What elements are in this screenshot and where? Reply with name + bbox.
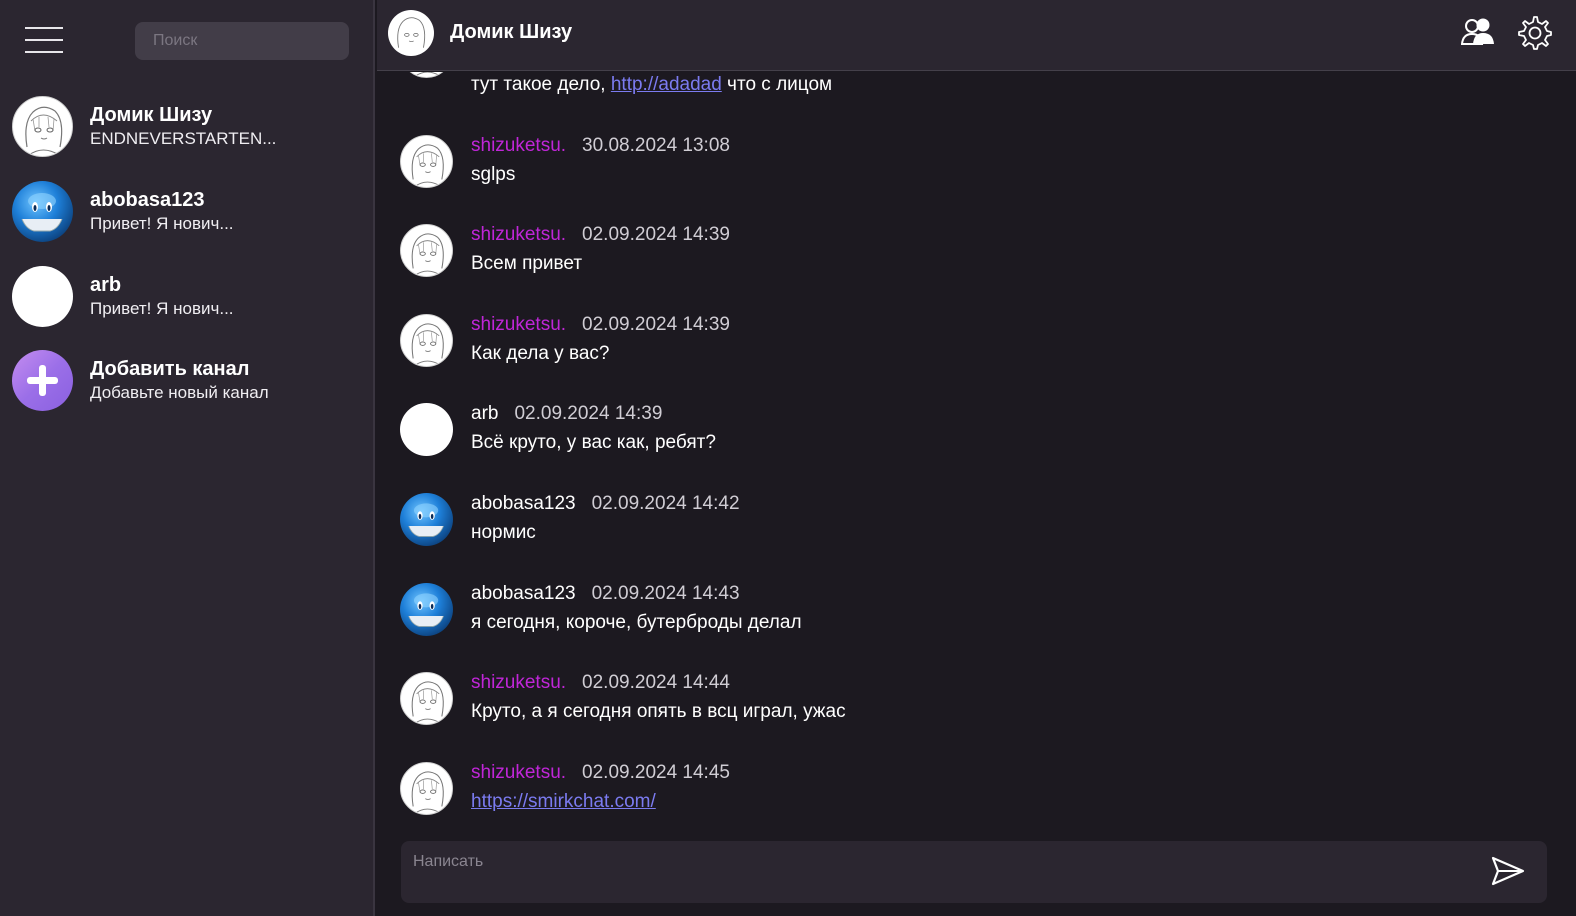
message-item: shizuketsu. 02.09.2024 14:45 https://smir… [400, 762, 1550, 832]
message-list[interactable]: тут такое дело, http://adadad что с лицо… [377, 72, 1576, 832]
gear-icon[interactable] [1516, 15, 1552, 51]
blue-ball-avatar-icon [12, 181, 73, 242]
message-text: Всем привет [471, 253, 583, 274]
girl-avatar-icon [400, 672, 453, 725]
message-text: тут такое дело, http://adadad что с лицо… [471, 74, 833, 95]
channel-name: Домик Шизу [90, 104, 213, 126]
girl-avatar-icon [400, 224, 453, 277]
message-link[interactable]: https://smirkchat.com/ [471, 791, 656, 812]
channel-preview: ENDNEVERSTARTEN... [90, 129, 277, 148]
blank-avatar-icon [12, 266, 73, 327]
message-time: 02.09.2024 14:39 [582, 314, 730, 335]
message-text: Как дела у вас? [471, 343, 610, 364]
girl-avatar-icon [400, 72, 453, 78]
menu-icon[interactable] [25, 27, 63, 53]
blue-ball-avatar-icon [400, 493, 453, 546]
message-author[interactable]: shizuketsu. 02.09.2024 14:39 [471, 224, 730, 246]
girl-avatar-icon [12, 96, 73, 157]
channel-item-abobasa123[interactable]: abobasa123 Привет! Я нович... [12, 181, 362, 247]
message-time: 02.09.2024 14:42 [591, 493, 740, 514]
search-input[interactable] [135, 22, 349, 60]
message-text: Круто, а я сегодня опять в всц играл, уж… [471, 701, 846, 722]
message-author[interactable]: shizuketsu. 30.08.2024 13:08 [471, 135, 730, 157]
blank-avatar-icon [400, 403, 453, 456]
message-text: https://smirkchat.com/ [471, 791, 656, 813]
channel-name: abobasa123 [90, 189, 205, 211]
message-item: shizuketsu. 30.08.2024 13:08 sglps [400, 135, 1550, 205]
message-time: 30.08.2024 13:08 [582, 135, 730, 156]
girl-avatar-icon [400, 135, 453, 188]
message-author[interactable]: arb 02.09.2024 14:39 [471, 403, 662, 425]
chat-title: Домик Шизу [450, 21, 573, 43]
message-text: нормис [471, 522, 536, 543]
message-text: я сегодня, короче, бутерброды делал [471, 612, 802, 633]
message-item: arb 02.09.2024 14:39 Всё круто, у вас как… [400, 403, 1550, 473]
send-icon[interactable] [1491, 855, 1525, 887]
blue-ball-avatar-icon [400, 583, 453, 636]
message-item: abobasa123 02.09.2024 14:43 я сегодня, ко… [400, 583, 1550, 653]
message-time: 02.09.2024 14:39 [514, 403, 663, 424]
message-time: 02.09.2024 14:45 [582, 762, 730, 783]
sidebar: Домик Шизу ENDNEVERSTARTEN... abobasa123… [0, 0, 375, 916]
channel-item-arb[interactable]: arb Привет! Я нович... [12, 266, 362, 332]
message-text: sglps [471, 164, 516, 185]
message-author[interactable]: abobasa123 02.09.2024 14:43 [471, 583, 740, 605]
message-link[interactable]: http://adadad [611, 74, 722, 95]
message-text: Всё круто, у вас как, ребят? [471, 432, 716, 453]
channel-preview: Привет! Я нович... [90, 299, 234, 318]
channel-name: arb [90, 274, 122, 296]
message-item: shizuketsu. 02.09.2024 14:44 Круто, а я с… [400, 672, 1550, 742]
message-item: abobasa123 02.09.2024 14:42 нормис [400, 493, 1550, 563]
channel-item-domik-shizu[interactable]: Домик Шизу ENDNEVERSTARTEN... [12, 96, 362, 162]
girl-avatar-icon [400, 314, 453, 367]
message-author[interactable]: shizuketsu. 02.09.2024 14:44 [471, 672, 730, 694]
message-item: тут такое дело, http://adadad что с лицо… [400, 72, 1550, 95]
channel-name: Добавить канал [90, 358, 250, 380]
add-channel-button[interactable]: Добавить канал Добавьте новый канал [12, 350, 362, 416]
message-composer [401, 841, 1547, 903]
channel-preview: Привет! Я нович... [90, 214, 234, 233]
channel-avatar [388, 10, 434, 56]
message-time: 02.09.2024 14:43 [591, 583, 740, 604]
message-author[interactable]: shizuketsu. 02.09.2024 14:45 [471, 762, 730, 784]
message-time: 02.09.2024 14:39 [582, 224, 730, 245]
plus-icon [12, 350, 73, 411]
message-item: shizuketsu. 02.09.2024 14:39 Всем привет [400, 224, 1550, 294]
users-icon[interactable] [1460, 16, 1495, 48]
message-item: shizuketsu. 02.09.2024 14:39 Как дела у в… [400, 314, 1550, 384]
message-time: 02.09.2024 14:44 [582, 672, 730, 693]
message-input[interactable] [401, 841, 1471, 903]
message-author[interactable]: abobasa123 02.09.2024 14:42 [471, 493, 740, 515]
channel-preview: Добавьте новый канал [90, 383, 269, 402]
message-author[interactable]: shizuketsu. 02.09.2024 14:39 [471, 314, 730, 336]
chat-header: Домик Шизу [377, 0, 1576, 71]
girl-avatar-icon [400, 762, 453, 815]
